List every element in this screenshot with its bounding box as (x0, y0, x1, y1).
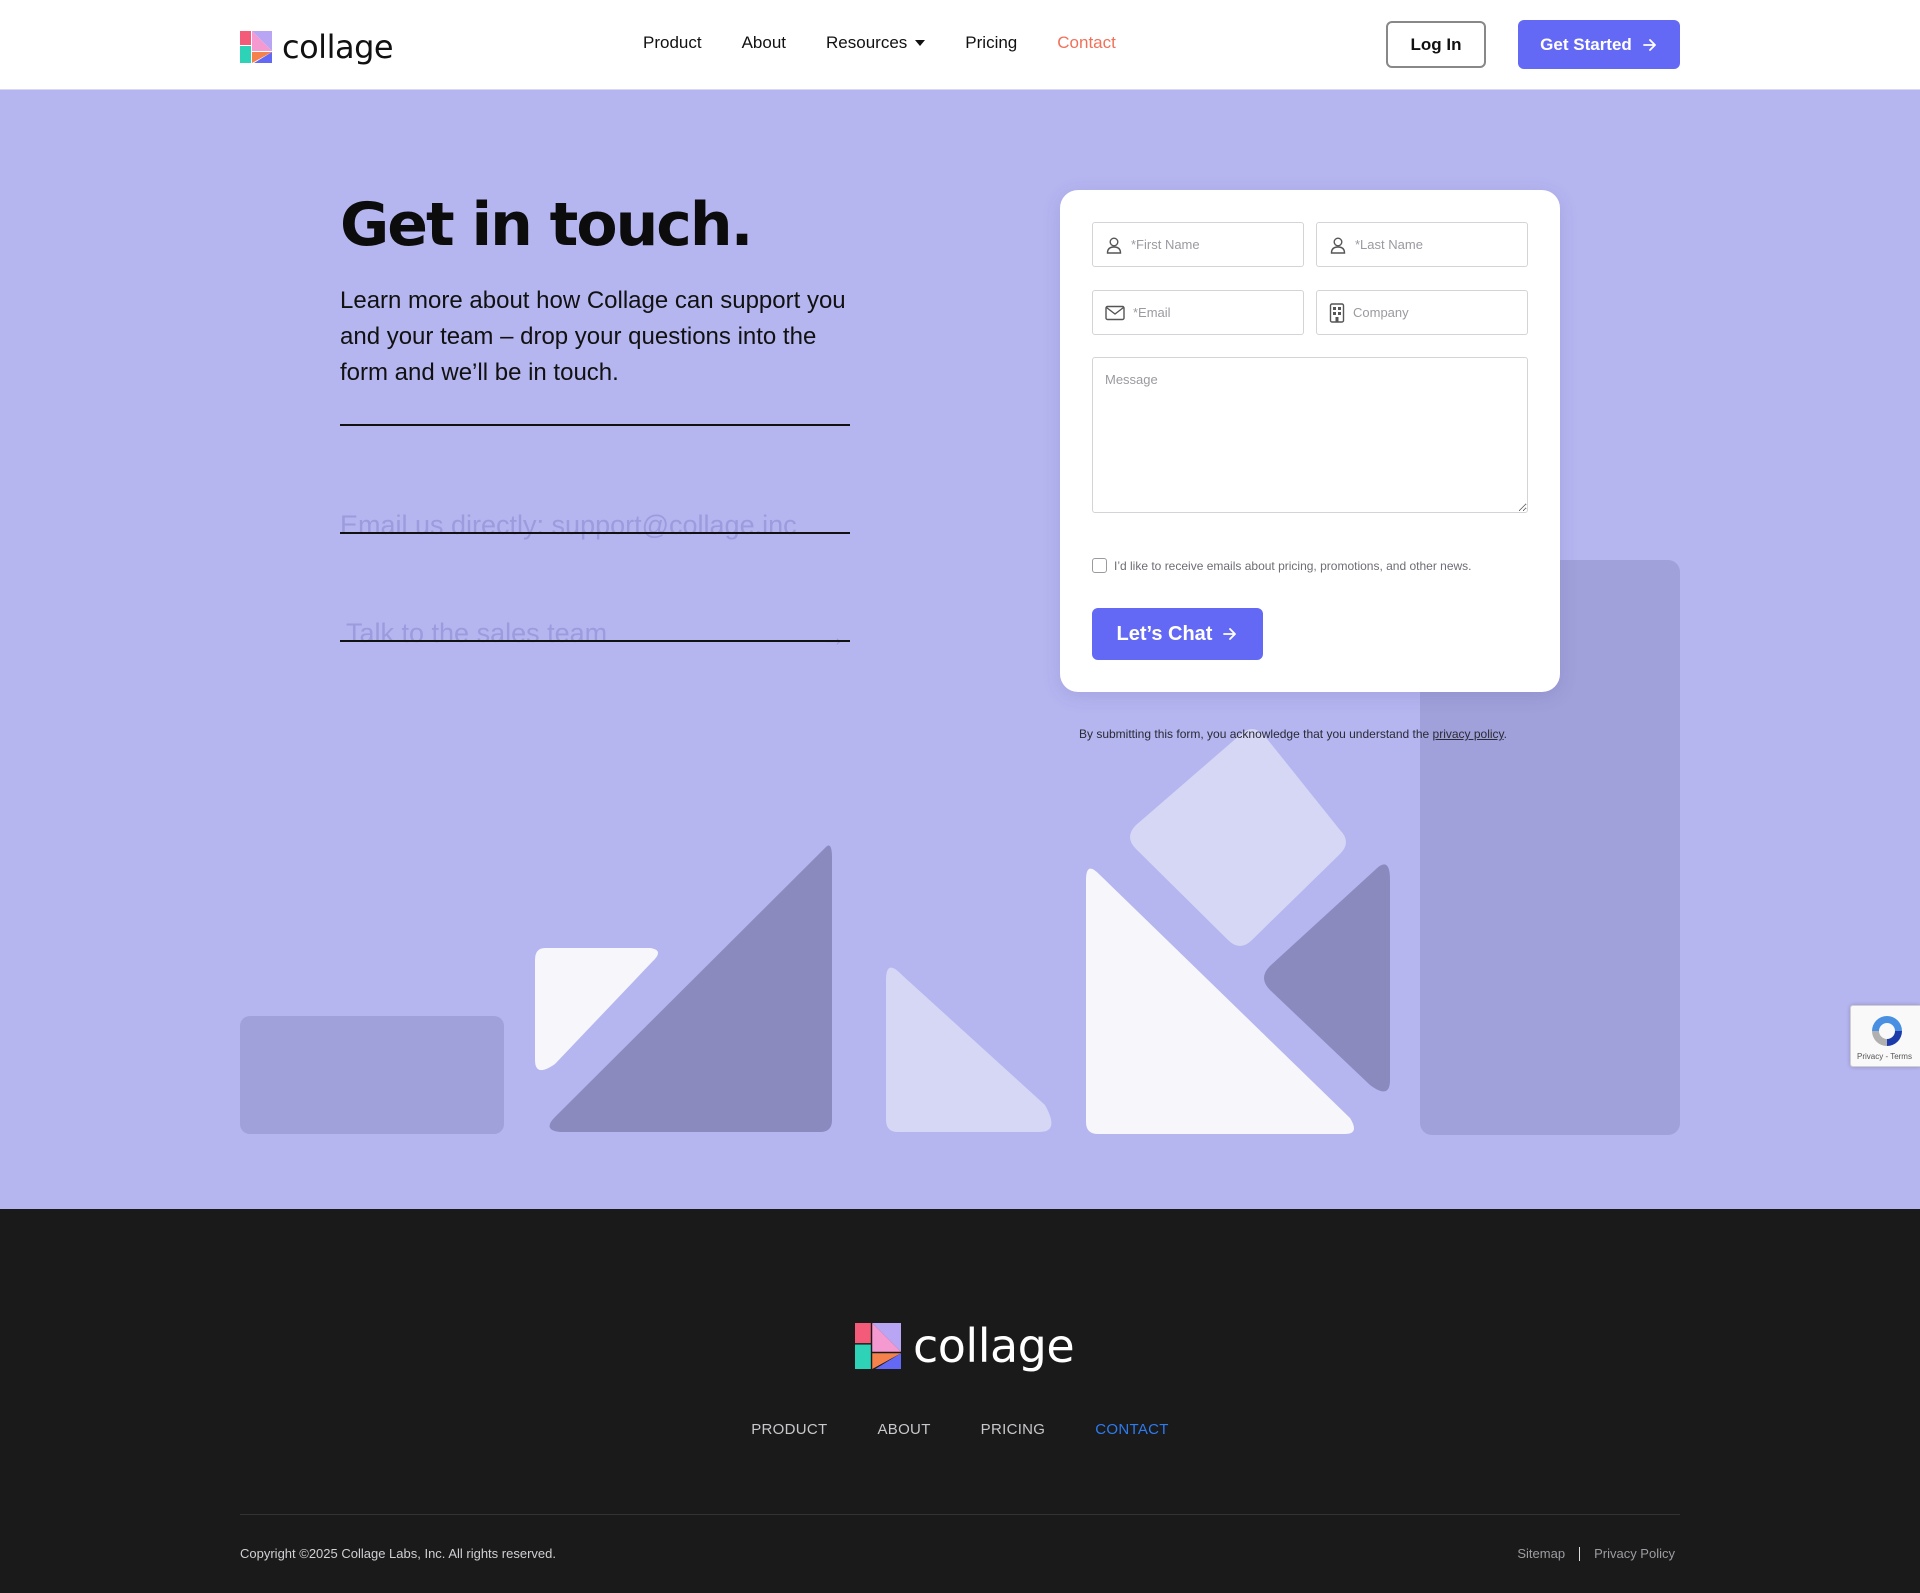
chevron-down-icon (915, 40, 926, 46)
site-header: collage Product About Resources Pricing … (0, 0, 1920, 90)
nav-product[interactable]: Product (643, 33, 702, 53)
decorative-shapes (240, 560, 1680, 1135)
large-white-triangle-shape (1086, 868, 1354, 1134)
consent-label: I’d like to receive emails about pricing… (1114, 558, 1472, 573)
footer-nav-product[interactable]: PRODUCT (751, 1421, 827, 1438)
page-subtitle: Learn more about how Collage can support… (340, 287, 846, 386)
footer-divider (240, 1514, 1680, 1515)
arrow-right-icon (1642, 38, 1656, 51)
nav-resources[interactable]: Resources (826, 33, 926, 53)
sales-arrow-icon: → (820, 622, 846, 652)
company-field[interactable] (1316, 290, 1528, 335)
small-white-triangle-shape (535, 948, 659, 1071)
divider-line (340, 424, 850, 426)
recaptcha-terms[interactable]: Privacy - Terms (1857, 1052, 1912, 1061)
first-name-field[interactable] (1092, 222, 1304, 267)
footer-nav: PRODUCT ABOUT PRICING CONTACT (0, 1421, 1920, 1438)
nav-pricing[interactable]: Pricing (965, 33, 1017, 53)
copyright-text: Copyright ©2025 Collage Labs, Inc. All r… (240, 1546, 556, 1561)
user-icon (1330, 237, 1346, 254)
footer-nav-about[interactable]: ABOUT (877, 1421, 930, 1438)
footer-brand-logo[interactable]: collage (855, 1319, 1075, 1373)
privacy-policy-link[interactable]: privacy policy (1433, 727, 1504, 741)
company-input[interactable] (1353, 305, 1503, 320)
recaptcha-badge[interactable]: Privacy - Terms (1850, 1005, 1920, 1067)
get-started-label: Get Started (1540, 34, 1632, 54)
page-title: Get in touch. (340, 190, 753, 260)
recaptcha-icon (1872, 1016, 1902, 1046)
message-textarea[interactable] (1092, 357, 1528, 513)
email-us-link[interactable]: Email us directly: support@collage.inc (340, 510, 797, 541)
nav-resources-label: Resources (826, 33, 908, 52)
marketing-consent[interactable]: I’d like to receive emails about pricing… (1092, 558, 1472, 573)
footer-brand-name: collage (913, 1319, 1075, 1373)
email-input[interactable] (1133, 305, 1283, 320)
contact-form: I’d like to receive emails about pricing… (1060, 190, 1560, 692)
wide-block-shape (240, 1016, 504, 1134)
footer-nav-pricing[interactable]: PRICING (981, 1421, 1046, 1438)
link-separator (1579, 1546, 1581, 1561)
brand-name: collage (282, 28, 394, 66)
last-name-input[interactable] (1355, 237, 1505, 252)
first-name-input[interactable] (1131, 237, 1281, 252)
divider-line (340, 532, 850, 534)
collage-logo-icon (855, 1323, 901, 1369)
email-field[interactable] (1092, 290, 1304, 335)
brand-logo[interactable]: collage (240, 28, 394, 66)
footer-nav-contact[interactable]: CONTACT (1095, 1421, 1168, 1438)
arrow-right-icon (1223, 628, 1237, 640)
login-button[interactable]: Log In (1386, 21, 1486, 68)
sitemap-link[interactable]: Sitemap (1517, 1546, 1565, 1561)
collage-logo-icon (240, 31, 272, 63)
building-icon (1329, 302, 1345, 323)
user-icon (1106, 237, 1122, 254)
last-name-field[interactable] (1316, 222, 1528, 267)
nav-about[interactable]: About (742, 33, 786, 53)
nav-contact[interactable]: Contact (1057, 33, 1116, 53)
form-disclaimer: By submitting this form, you acknowledge… (1079, 727, 1507, 741)
large-dark-triangle-shape (549, 845, 832, 1132)
disclaimer-suffix: . (1503, 727, 1508, 741)
main-nav: Product About Resources Pricing Contact (643, 33, 1156, 53)
footer-legal-links: Sitemap Privacy Policy (1517, 1546, 1675, 1561)
site-footer: collage PRODUCT ABOUT PRICING CONTACT Co… (0, 1209, 1920, 1593)
sales-team-link[interactable]: Talk to the sales team (346, 618, 607, 649)
privacy-policy-footer-link[interactable]: Privacy Policy (1594, 1546, 1675, 1561)
dark-wedge-shape (1264, 864, 1390, 1092)
divider-line (340, 640, 850, 642)
disclaimer-text: By submitting this form, you acknowledge… (1079, 727, 1433, 741)
diamond-shape (1130, 729, 1346, 946)
get-started-button[interactable]: Get Started (1518, 20, 1680, 69)
submit-button[interactable]: Let’s Chat (1092, 608, 1263, 660)
submit-label: Let’s Chat (1116, 622, 1213, 645)
envelope-icon (1105, 305, 1125, 320)
consent-checkbox[interactable] (1092, 558, 1107, 573)
small-light-triangle-shape (886, 967, 1052, 1132)
